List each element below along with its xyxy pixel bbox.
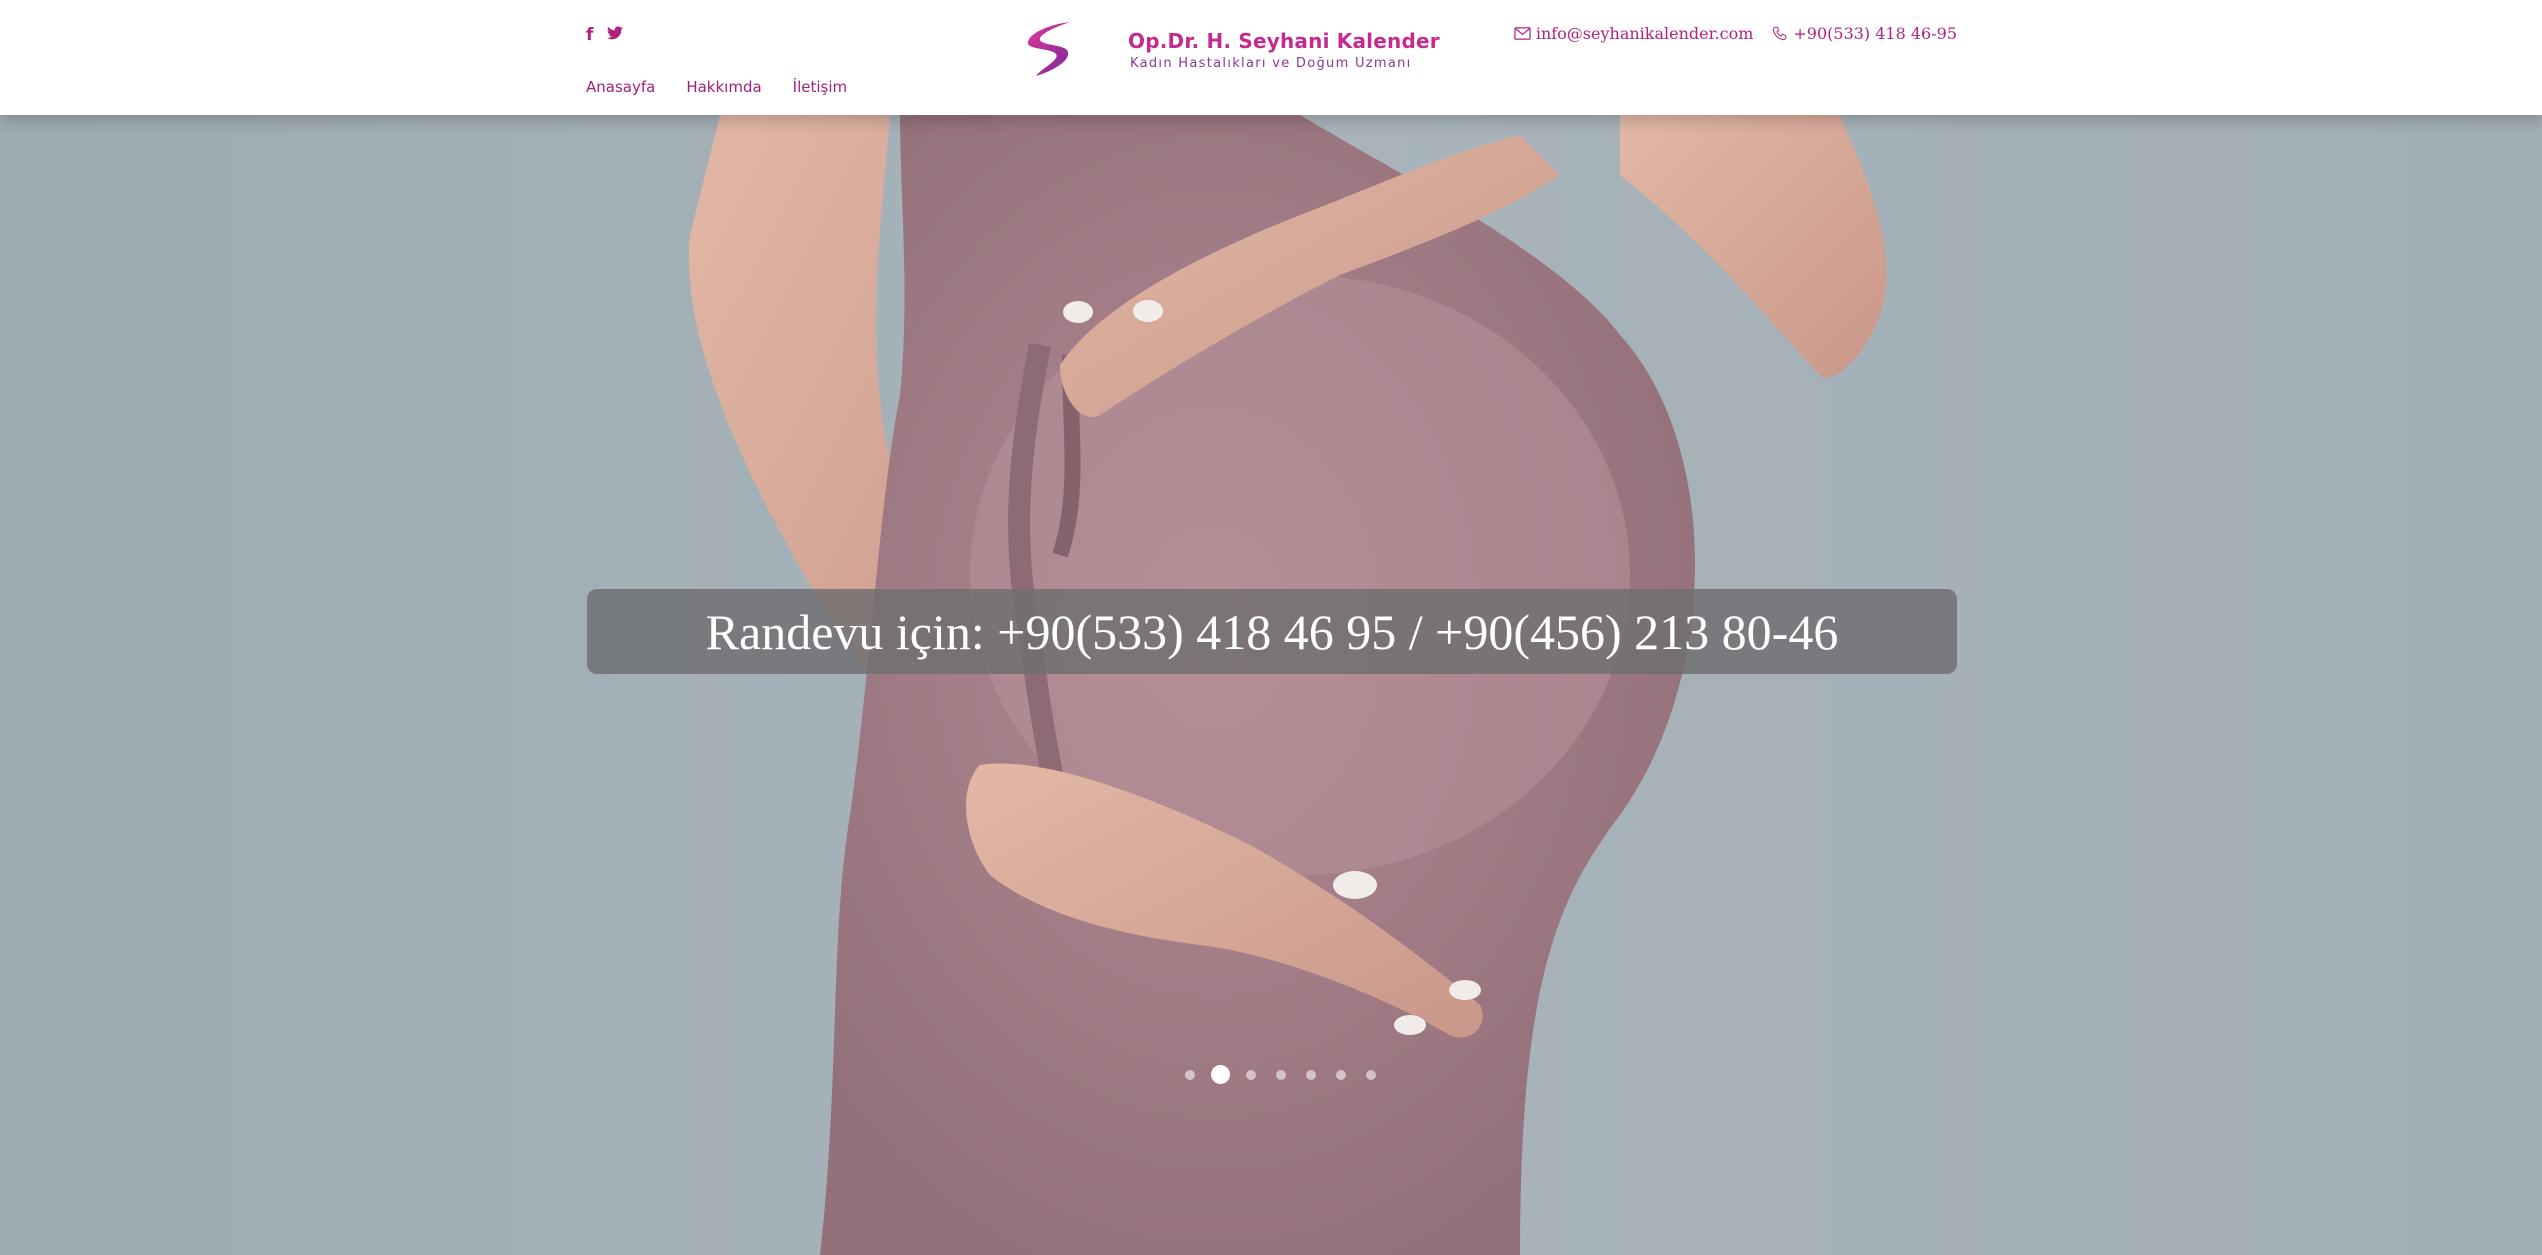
mail-icon xyxy=(1514,27,1531,40)
slider-dot[interactable] xyxy=(1366,1069,1376,1080)
nav-contact[interactable]: İletişim xyxy=(793,78,847,96)
site-logo[interactable]: Op.Dr. H. Seyhani Kalender Kadın Hastalı… xyxy=(1022,18,1440,80)
facebook-icon[interactable]: f xyxy=(586,24,593,46)
logo-title: Op.Dr. H. Seyhani Kalender xyxy=(1128,29,1440,53)
appointment-banner: Randevu için: +90(533) 418 46 95 / +90(4… xyxy=(587,589,1957,674)
hero-image xyxy=(688,115,1887,1255)
nav-about[interactable]: Hakkımda xyxy=(686,78,761,96)
hero-slider: Randevu için: +90(533) 418 46 95 / +90(4… xyxy=(0,115,2542,1255)
slider-dot[interactable] xyxy=(1276,1069,1286,1080)
phone-link[interactable]: +90(533) 418 46-95 xyxy=(1771,24,1957,43)
header-contact: info@seyhanikalender.com +90(533) 418 46… xyxy=(1514,24,1957,43)
twitter-bird-shape xyxy=(607,26,624,40)
twitter-icon[interactable] xyxy=(607,24,624,46)
phone-text: +90(533) 418 46-95 xyxy=(1793,24,1957,43)
slider-dot[interactable] xyxy=(1211,1065,1230,1084)
site-header: f Anasayfa Hakkımda İletişim Op.Dr. H. S… xyxy=(0,0,2542,115)
slider-dots xyxy=(1175,1065,1386,1084)
email-link[interactable]: info@seyhanikalender.com xyxy=(1514,24,1754,43)
slider-dot[interactable] xyxy=(1246,1069,1256,1080)
social-links: f xyxy=(586,24,624,46)
slider-dot[interactable] xyxy=(1306,1069,1316,1080)
slider-dot[interactable] xyxy=(1185,1069,1195,1080)
appointment-banner-text: Randevu için: +90(533) 418 46 95 / +90(4… xyxy=(705,603,1839,660)
nav-home[interactable]: Anasayfa xyxy=(586,78,655,96)
main-nav: Anasayfa Hakkımda İletişim xyxy=(586,78,847,96)
logo-mark-icon xyxy=(1027,22,1070,76)
email-text: info@seyhanikalender.com xyxy=(1535,24,1754,43)
logo-subtitle: Kadın Hastalıkları ve Doğum Uzmanı xyxy=(1130,56,1412,71)
slider-dot[interactable] xyxy=(1336,1069,1346,1080)
phone-icon xyxy=(1773,26,1787,41)
